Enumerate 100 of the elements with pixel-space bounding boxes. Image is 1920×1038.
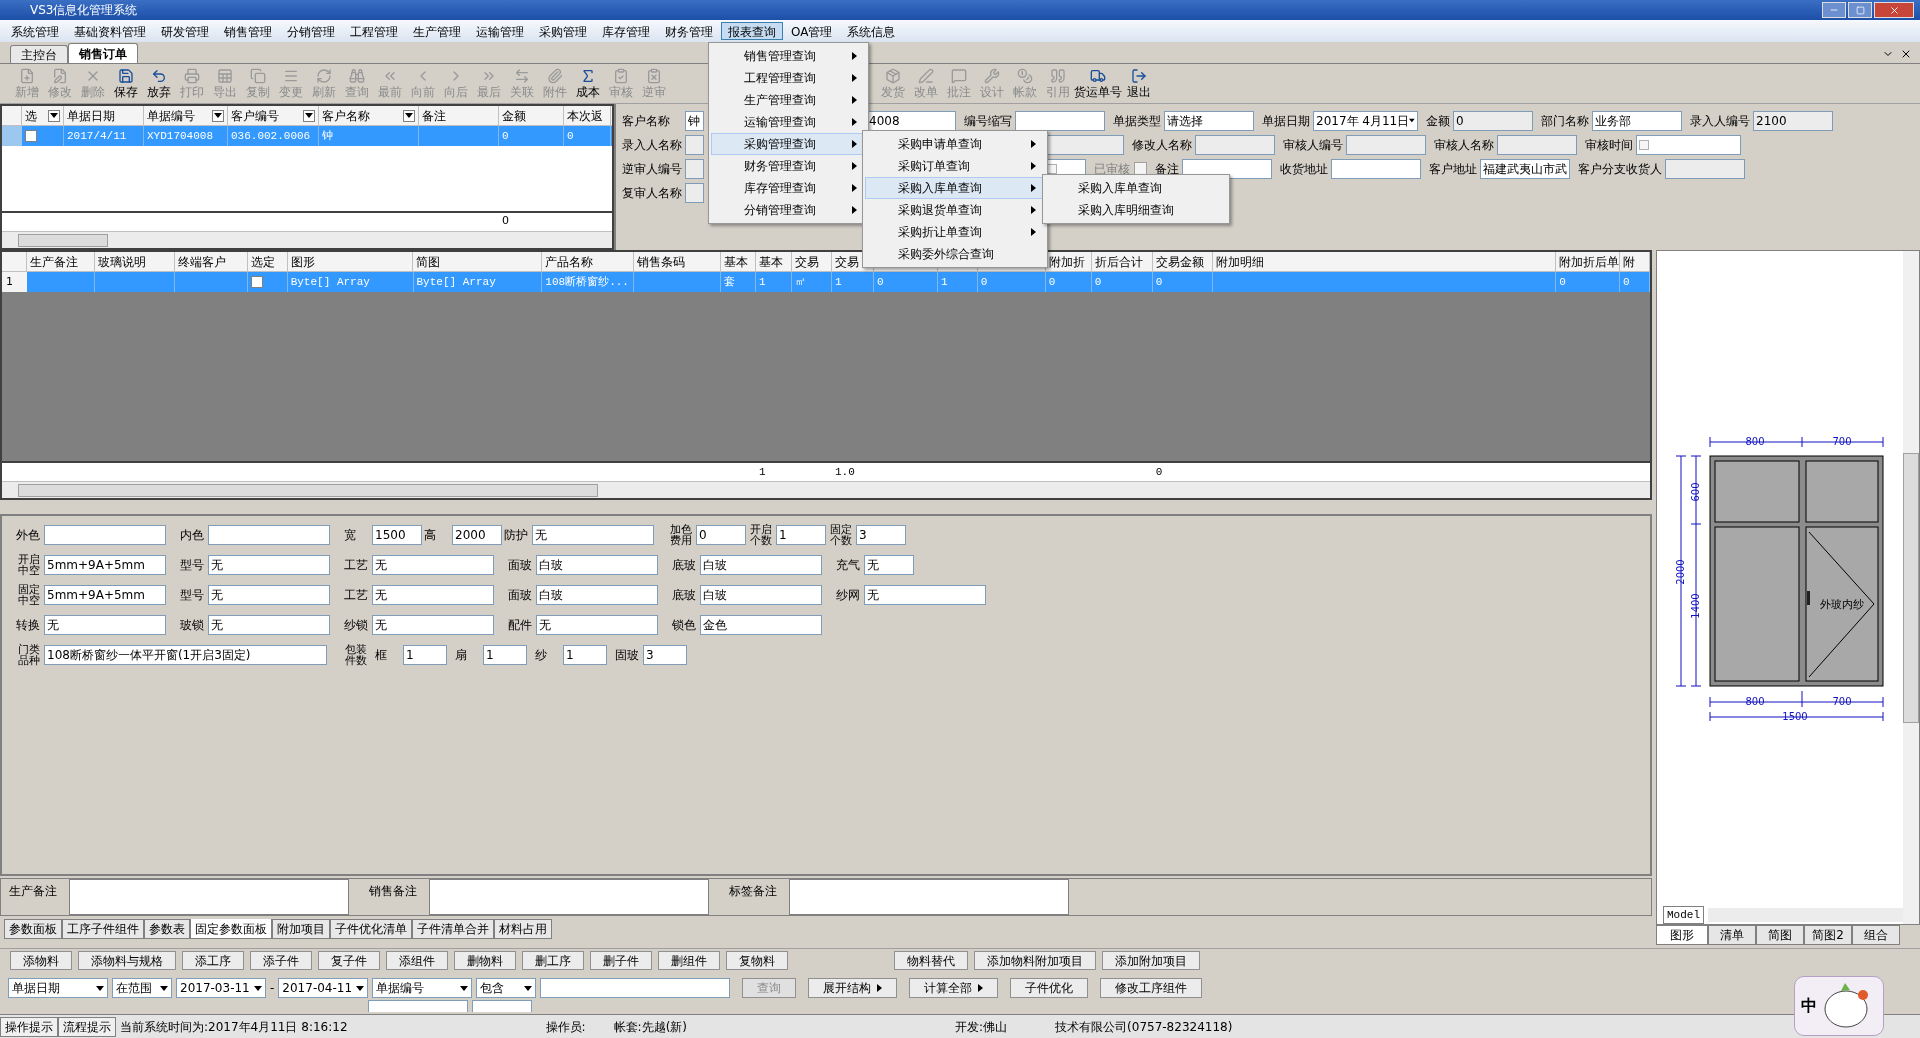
- input-field[interactable]: 钟: [685, 110, 704, 131]
- toolbar-button[interactable]: 成本: [571, 65, 604, 102]
- dropdown-select[interactable]: 在范围: [112, 978, 172, 998]
- column-header[interactable]: 交易: [834, 252, 859, 271]
- input-field[interactable]: 1: [483, 645, 527, 665]
- filter-button[interactable]: 计算全部: [909, 978, 999, 998]
- view-tab[interactable]: 简图2: [1804, 925, 1852, 945]
- panel-tab[interactable]: 固定参数面板: [190, 919, 272, 939]
- input-field[interactable]: 4008: [866, 110, 956, 131]
- action-button[interactable]: 添加附加项目: [1102, 951, 1200, 970]
- panel-tab[interactable]: 参数表: [144, 919, 190, 939]
- column-header[interactable]: 图形: [290, 252, 315, 271]
- input-field[interactable]: 白玻: [536, 585, 658, 605]
- menu-bar-item[interactable]: 销售管理: [217, 22, 279, 40]
- column-header[interactable]: 基本: [759, 252, 784, 271]
- maximize-button[interactable]: [1848, 2, 1872, 18]
- panel-tab[interactable]: 附加项目: [272, 919, 330, 939]
- input-field[interactable]: 2017年 4月11日: [1313, 110, 1418, 131]
- filter-button[interactable]: 展开结构: [808, 978, 898, 998]
- column-header[interactable]: 选: [22, 106, 64, 125]
- input-field[interactable]: 无: [372, 615, 494, 635]
- filter-dropdown-icon[interactable]: [403, 109, 415, 122]
- menu-bar-item[interactable]: 分销管理: [280, 22, 342, 40]
- panel-tab[interactable]: 材料占用: [494, 919, 552, 939]
- filter-dropdown-icon[interactable]: [303, 109, 315, 122]
- column-header[interactable]: 金额: [499, 106, 564, 125]
- column-header[interactable]: 选定: [250, 252, 275, 271]
- input-field[interactable]: 无: [864, 585, 986, 605]
- ime-toolbar[interactable]: 中: [1794, 976, 1884, 1036]
- dropdown-select[interactable]: 包含: [476, 978, 537, 998]
- action-button[interactable]: 删组件: [658, 951, 720, 970]
- action-button[interactable]: 添组件: [386, 951, 448, 970]
- menu-bar-item[interactable]: 研发管理: [154, 22, 216, 40]
- input-field[interactable]: 0: [1453, 110, 1533, 131]
- search-field[interactable]: [540, 978, 731, 998]
- input-field[interactable]: 金色: [700, 615, 822, 635]
- menu-item[interactable]: 运输管理查询: [711, 111, 866, 133]
- input-field[interactable]: 1: [403, 645, 447, 665]
- toolbar-button[interactable]: 货运单号: [1074, 65, 1122, 102]
- panel-tab[interactable]: 子件清单合并: [412, 919, 494, 939]
- toolbar-button[interactable]: 保存: [109, 65, 142, 102]
- input-field[interactable]: [685, 158, 704, 179]
- action-button[interactable]: 添子件: [250, 951, 312, 970]
- column-header[interactable]: 单据日期: [64, 106, 144, 125]
- column-header[interactable]: 交易: [795, 252, 819, 271]
- column-header[interactable]: 销售条码: [637, 252, 686, 271]
- input-field[interactable]: [1346, 134, 1426, 155]
- action-button[interactable]: 复物料: [726, 951, 788, 970]
- menu-item[interactable]: 采购申请单查询: [865, 133, 1045, 155]
- column-header[interactable]: 客户编号: [228, 106, 319, 125]
- action-button[interactable]: 物料替代: [894, 951, 968, 970]
- menu-bar-item[interactable]: 系统管理: [4, 22, 66, 40]
- input-field[interactable]: [1015, 110, 1105, 131]
- menu-bar-item[interactable]: 系统信息: [840, 22, 903, 40]
- column-header[interactable]: 终端客户: [177, 252, 226, 271]
- input-field[interactable]: [1497, 134, 1577, 155]
- menu-bar-item[interactable]: 财务管理: [658, 22, 720, 40]
- input-field[interactable]: 2100: [1753, 110, 1833, 131]
- document-tab[interactable]: 主控台: [10, 45, 68, 63]
- view-tab[interactable]: 组合: [1852, 925, 1900, 945]
- menu-item[interactable]: 采购订单查询: [865, 155, 1045, 177]
- input-field[interactable]: [429, 879, 709, 915]
- panel-tab[interactable]: 工序子件组件: [62, 919, 144, 939]
- input-field[interactable]: 无: [372, 585, 494, 605]
- input-field[interactable]: 福建武夷山市武: [1480, 158, 1570, 179]
- menu-bar-item[interactable]: 运输管理: [469, 22, 531, 40]
- dropdown-select[interactable]: 单据编号: [372, 978, 473, 998]
- menu-item[interactable]: 采购入库单查询: [1045, 177, 1227, 199]
- filter-button[interactable]: 修改工序组件: [1100, 978, 1203, 998]
- column-header[interactable]: 简图: [416, 252, 441, 271]
- menu-item[interactable]: 生产管理查询: [711, 89, 866, 111]
- input-field[interactable]: [685, 182, 704, 203]
- input-field[interactable]: 无: [536, 615, 658, 635]
- filter-dropdown-icon[interactable]: [48, 109, 60, 122]
- menu-item[interactable]: 工程管理查询: [711, 67, 866, 89]
- dropdown-select[interactable]: 2017-04-11: [278, 978, 369, 998]
- input-field[interactable]: [44, 525, 166, 545]
- column-header[interactable]: 生产备注: [29, 252, 78, 271]
- input-field[interactable]: [1636, 134, 1741, 155]
- input-field[interactable]: [1195, 134, 1275, 155]
- input-field[interactable]: 请选择: [1164, 110, 1254, 131]
- input-field[interactable]: 3: [856, 525, 906, 545]
- close-button[interactable]: [1874, 2, 1914, 18]
- menu-bar-item[interactable]: 报表查询: [721, 22, 783, 40]
- input-field[interactable]: [789, 879, 1069, 915]
- menu-item[interactable]: 分销管理查询: [711, 199, 866, 221]
- column-header[interactable]: 单据编号: [144, 106, 228, 125]
- column-header[interactable]: 客户名称: [319, 106, 419, 125]
- column-header[interactable]: 本次返: [564, 106, 611, 125]
- column-header[interactable]: 基本: [724, 252, 749, 271]
- input-field[interactable]: 无: [532, 525, 654, 545]
- menu-bar-item[interactable]: 生产管理: [406, 22, 468, 40]
- column-header[interactable]: 附加明细: [1215, 252, 1264, 271]
- close-icon[interactable]: [1900, 48, 1912, 60]
- input-field[interactable]: [208, 525, 330, 545]
- input-field[interactable]: 白玻: [536, 555, 658, 575]
- toolbar-button[interactable]: 退出: [1122, 65, 1155, 102]
- input-field[interactable]: 5mm+9A+5mm: [44, 555, 166, 575]
- column-header[interactable]: 附加折后单: [1559, 252, 1620, 271]
- table-row[interactable]: 1 Byte[] Array Byte[] Array 108断桥窗纱... 套 1 ㎡ 1 0 1 0 0 0 0 0 0: [2, 272, 1650, 292]
